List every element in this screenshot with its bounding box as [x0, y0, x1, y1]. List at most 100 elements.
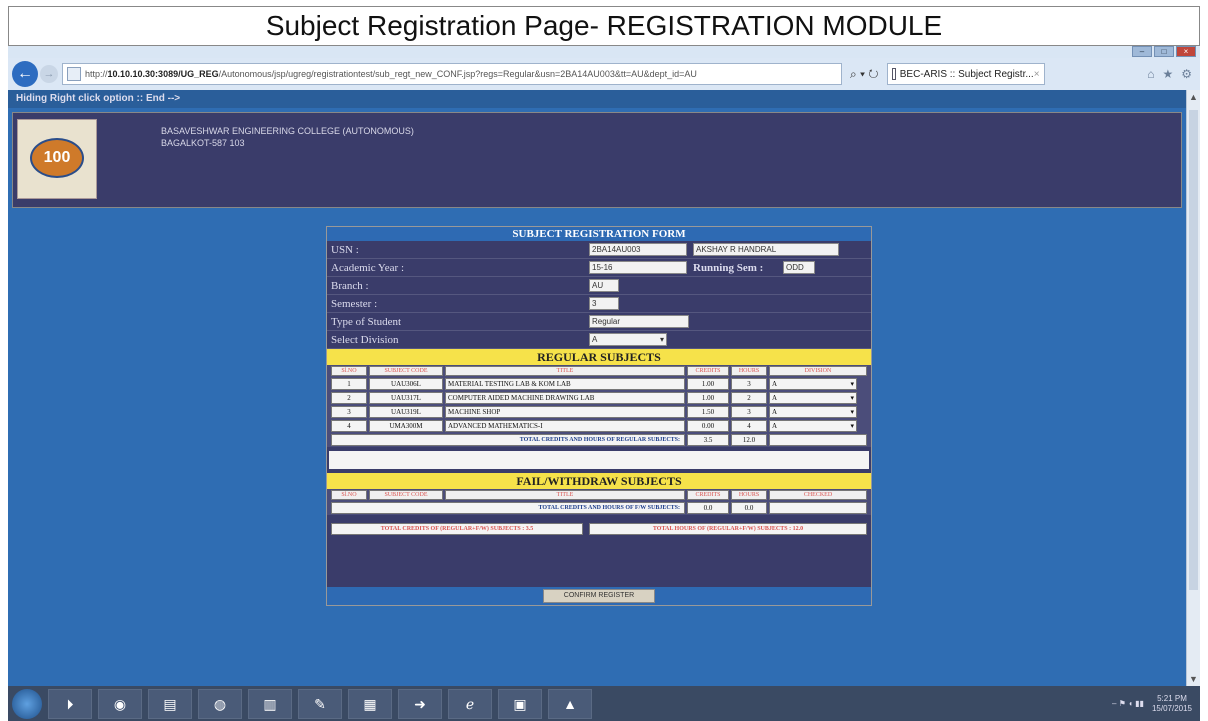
favorites-star-icon[interactable]: ★	[1162, 67, 1173, 81]
tray-icons[interactable]: – ⚑ ◖ ▮▮	[1112, 699, 1144, 708]
minimize-button[interactable]: –	[1132, 46, 1152, 57]
fail-total-label: TOTAL CREDITS AND HOURS OF F/W SUBJECTS:	[331, 502, 685, 514]
form-title: SUBJECT REGISTRATION FORM	[327, 227, 871, 241]
row-code: UAU306L	[369, 378, 443, 390]
regular-total-hours: 12.0	[731, 434, 767, 446]
row-code: UMA300M	[369, 420, 443, 432]
taskbar-chrome-icon[interactable]: ◍	[198, 688, 242, 719]
home-icon[interactable]: ⌂	[1147, 67, 1154, 81]
col-hours: HOURS	[731, 366, 767, 376]
tab-close-icon[interactable]: ×	[1034, 69, 1040, 80]
taskbar-firefox-icon[interactable]: ◉	[98, 688, 142, 719]
col-credits: CREDITS	[687, 490, 729, 500]
taskbar-arrow-icon[interactable]: ➜	[398, 688, 442, 719]
row-slno: 2	[331, 392, 367, 404]
vertical-scrollbar[interactable]: ▲ ▼	[1186, 90, 1200, 686]
student-type-label: Type of Student	[331, 316, 402, 328]
address-bar[interactable]: http:// 10.10.10.30:3089/UG_REG /Autonom…	[62, 63, 842, 85]
chevron-down-icon: ▾	[659, 335, 664, 344]
division-label: Select Division	[331, 334, 399, 346]
usn-field[interactable]: 2BA14AU003	[589, 243, 687, 256]
college-banner: 100 BASAVESHWAR ENGINEERING COLLEGE (AUT…	[12, 112, 1182, 208]
search-refresh-icon[interactable]: ⌕ ▾ ↻	[850, 67, 879, 82]
student-name-field[interactable]: AKSHAY R HANDRAL	[693, 243, 839, 256]
division-select[interactable]: A ▾	[589, 333, 667, 346]
row-hours: 3	[731, 378, 767, 390]
row-division-value: A	[772, 408, 778, 416]
academic-year-row: Academic Year : 15-16 Running Sem : ODD	[327, 259, 871, 277]
college-address: BAGALKOT-587 103	[161, 138, 245, 148]
student-type-field[interactable]: Regular	[589, 315, 689, 328]
tab-title: BEC-ARIS :: Subject Registr...	[899, 68, 1034, 80]
college-name: BASAVESHWAR ENGINEERING COLLEGE (AUTONOM…	[161, 125, 414, 149]
taskbar-explorer-icon[interactable]: ▤	[148, 688, 192, 719]
table-row: 4 UMA300M ADVANCED MATHEMATICS-I 0.00 4 …	[327, 419, 871, 433]
taskbar-window-icon[interactable]: ▣	[498, 688, 542, 719]
branch-field[interactable]: AU	[589, 279, 619, 292]
row-credits: 1.50	[687, 406, 729, 418]
row-slno: 1	[331, 378, 367, 390]
row-division-value: A	[772, 422, 778, 430]
fail-table-header: Sl.NO SUBJECT CODE TITLE CREDITS HOURS C…	[327, 489, 871, 501]
close-window-button[interactable]: ×	[1176, 46, 1196, 57]
forward-arrow-icon[interactable]: →	[40, 65, 58, 83]
scroll-down-icon[interactable]: ▼	[1187, 672, 1200, 686]
division-select-value: A	[592, 335, 598, 344]
col-slno: Sl.NO	[331, 366, 367, 376]
col-subject-code: SUBJECT CODE	[369, 366, 443, 376]
taskbar-media-icon[interactable]: ⏵	[48, 688, 92, 719]
confirm-register-button[interactable]: CONFIRM REGISTER	[543, 589, 655, 603]
regular-total-row: TOTAL CREDITS AND HOURS OF REGULAR SUBJE…	[327, 433, 871, 447]
chevron-down-icon: ▾	[850, 422, 854, 430]
row-slno: 4	[331, 420, 367, 432]
row-division-value: A	[772, 380, 778, 388]
taskbar-app-icon[interactable]: ▥	[248, 688, 292, 719]
form-footer: CONFIRM REGISTER	[327, 587, 871, 605]
semester-label: Semester :	[331, 298, 378, 310]
row-division-select[interactable]: A ▾	[769, 420, 857, 432]
grand-total-credits: TOTAL CREDITS OF (REGULAR+F/W) SUBJECTS …	[331, 523, 583, 535]
scroll-thumb[interactable]	[1189, 110, 1198, 590]
scroll-up-icon[interactable]: ▲	[1187, 90, 1200, 104]
col-slno: Sl.NO	[331, 490, 367, 500]
academic-year-field[interactable]: 15-16	[589, 261, 687, 274]
grand-total-hours: TOTAL HOURS OF (REGULAR+F/W) SUBJECTS : …	[589, 523, 867, 535]
row-code: UAU317L	[369, 392, 443, 404]
taskbar-paint-icon[interactable]: ✎	[298, 688, 342, 719]
window-titlebar	[8, 46, 1200, 58]
row-division-value: A	[772, 394, 778, 402]
row-slno: 3	[331, 406, 367, 418]
row-division-select[interactable]: A ▾	[769, 378, 857, 390]
taskbar-folder-icon[interactable]: ▦	[348, 688, 392, 719]
start-button[interactable]	[12, 688, 42, 719]
semester-field[interactable]: 3	[589, 297, 619, 310]
chevron-down-icon: ▾	[850, 394, 854, 402]
browser-window: – □ × ← → http:// 10.10.10.30:3089/UG_RE…	[8, 46, 1200, 686]
taskbar-pdf-icon[interactable]: ▲	[548, 688, 592, 719]
chevron-down-icon: ▾	[850, 380, 854, 388]
running-sem-field[interactable]: ODD	[783, 261, 815, 274]
window-controls: – □ ×	[1132, 46, 1196, 58]
row-hours: 4	[731, 420, 767, 432]
row-division-select[interactable]: A ▾	[769, 406, 857, 418]
maximize-button[interactable]: □	[1154, 46, 1174, 57]
col-credits: CREDITS	[687, 366, 729, 376]
back-arrow-icon[interactable]: ←	[12, 61, 38, 87]
college-logo: 100	[17, 119, 97, 199]
col-subject-code: SUBJECT CODE	[369, 490, 443, 500]
subject-registration-form: SUBJECT REGISTRATION FORM USN : 2BA14AU0…	[326, 226, 872, 606]
clock[interactable]: 5:21 PM 15/07/2015	[1152, 694, 1192, 714]
row-credits: 1.00	[687, 378, 729, 390]
student-type-row: Type of Student Regular	[327, 313, 871, 331]
row-division-select[interactable]: A ▾	[769, 392, 857, 404]
regular-table-header: Sl.NO SUBJECT CODE TITLE CREDITS HOURS D…	[327, 365, 871, 377]
settings-gear-icon[interactable]: ⚙	[1181, 67, 1192, 81]
clock-time: 5:21 PM	[1157, 693, 1187, 703]
academic-year-label: Academic Year :	[331, 262, 405, 274]
col-title: TITLE	[445, 490, 685, 500]
browser-tab[interactable]: BEC-ARIS :: Subject Registr... ×	[886, 63, 1045, 85]
grand-total-row: TOTAL CREDITS OF (REGULAR+F/W) SUBJECTS …	[327, 521, 871, 537]
fail-withdraw-heading: FAIL/WITHDRAW SUBJECTS	[327, 473, 871, 489]
taskbar-ie-icon[interactable]: ℯ	[448, 688, 492, 719]
usn-row: USN : 2BA14AU003 AKSHAY R HANDRAL	[327, 241, 871, 259]
